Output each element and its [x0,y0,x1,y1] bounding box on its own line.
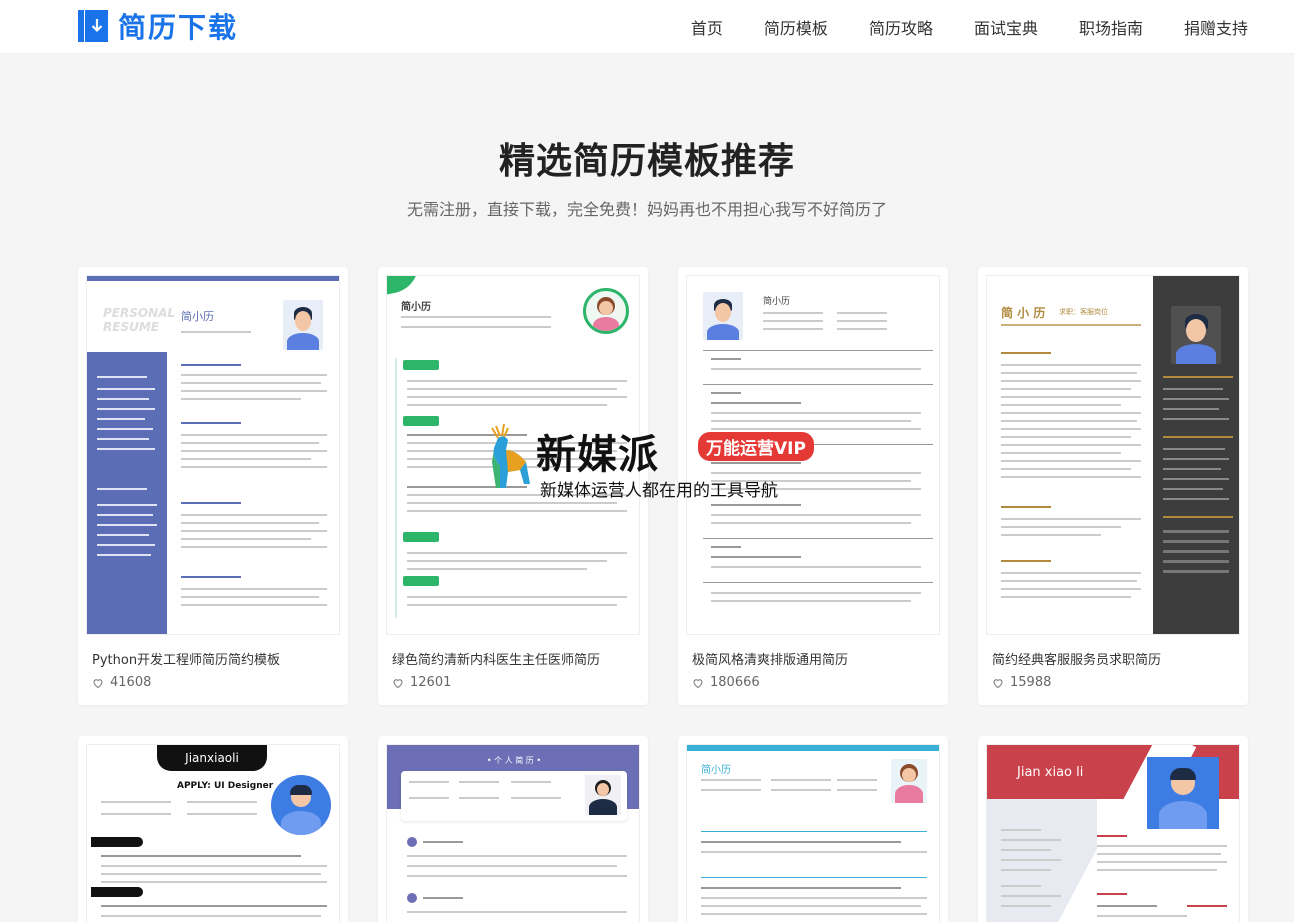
template-card[interactable]: Jian xiao li [978,736,1248,922]
watermark-tagline: 新媒体运营人都在用的工具导航 [540,481,778,501]
like-count[interactable]: 41608 [92,675,151,690]
deer-logo-icon [491,423,530,488]
template-title[interactable]: 极简风格清爽排版通用简历 [692,649,848,668]
download-icon [78,10,108,42]
page-subtitle: 无需注册，直接下载，完全免费！妈妈再也不用担心我写不好简历了 [406,200,887,219]
site-logo[interactable]: 简历下载 [78,9,239,44]
template-card[interactable]: 简 小 历 求职：客服岗位 简约经典客服服务员求职简历 15988 [978,267,1248,705]
template-card[interactable]: • 个 人 简 历 • [378,736,648,922]
like-count[interactable]: 15988 [992,675,1051,690]
heart-icon [693,678,703,688]
heart-icon [393,678,403,688]
template-thumbnail[interactable]: 简 小 历 求职：客服岗位 [986,275,1240,635]
template-thumbnail[interactable]: • 个 人 简 历 • [386,744,640,922]
nav-home[interactable]: 首页 [691,15,723,39]
main-nav: 首页 简历模板 简历攻略 面试宝典 职场指南 捐赠支持 [650,0,1248,54]
nav-guides[interactable]: 简历攻略 [869,15,933,39]
template-thumbnail[interactable]: Jianxiaoli APPLY: UI Designer [86,744,340,922]
like-count[interactable]: 180666 [692,675,760,690]
template-title[interactable]: 绿色简约清新内科医生主任医师简历 [392,649,600,668]
watermark-brand: 新媒派 [536,432,659,478]
page-title: 精选简历模板推荐 [498,141,795,182]
nav-templates[interactable]: 简历模板 [764,15,828,39]
like-count[interactable]: 12601 [392,675,451,690]
nav-donate[interactable]: 捐赠支持 [1184,15,1248,39]
heart-icon [93,678,103,688]
template-card[interactable]: Jianxiaoli APPLY: UI Designer [78,736,348,922]
nav-career[interactable]: 职场指南 [1079,15,1143,39]
logo-text: 简历下载 [118,11,239,44]
template-title[interactable]: Python开发工程师简历简约模板 [92,649,280,668]
template-title[interactable]: 简约经典客服服务员求职简历 [992,649,1161,668]
template-card[interactable]: PERSONAL RESUME 简小历 Python开发工程师简历简约模板 41… [78,267,348,705]
watermark-badge: 万能运营VIP [698,432,814,461]
watermark-overlay: 新媒派 万能运营VIP 新媒体运营人都在用的工具导航 [478,418,828,501]
site-header: 简历下载 首页 简历模板 简历攻略 面试宝典 职场指南 捐赠支持 [0,0,1294,54]
nav-interview[interactable]: 面试宝典 [974,15,1038,39]
template-thumbnail[interactable]: PERSONAL RESUME 简小历 [86,275,340,635]
template-thumbnail[interactable]: 简小历 [686,744,940,922]
template-card[interactable]: 简小历 [678,736,948,922]
template-thumbnail[interactable]: Jian xiao li [986,744,1240,922]
heart-icon [993,678,1003,688]
